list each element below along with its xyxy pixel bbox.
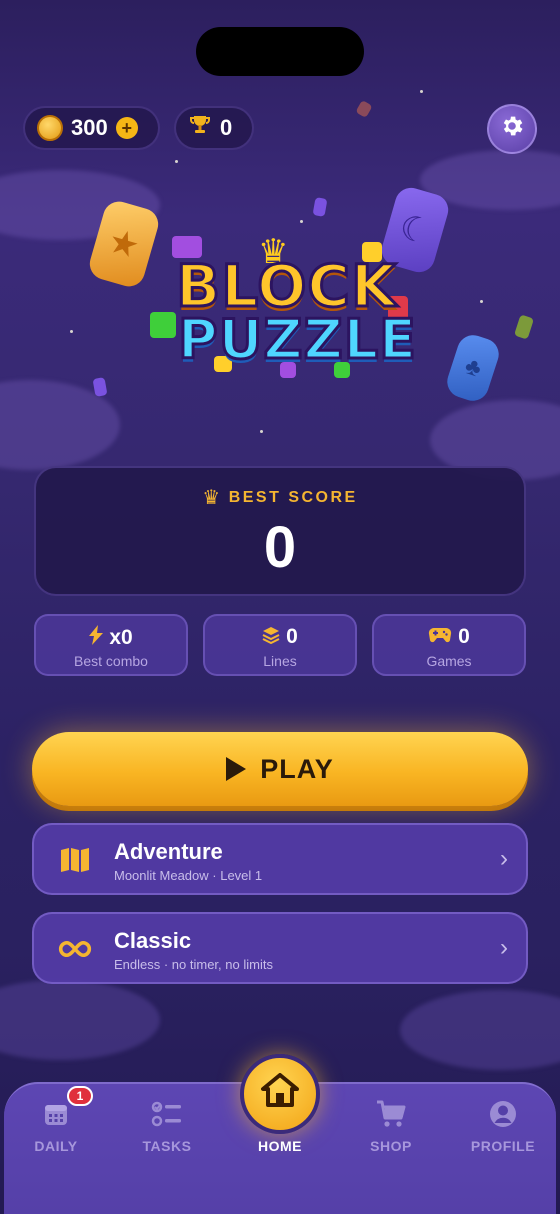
tab-tasks[interactable]: TASKS xyxy=(122,1098,212,1154)
mode-subtitle: Endless · no timer, no limits xyxy=(114,957,273,972)
infinity-icon xyxy=(58,932,92,966)
coins-counter[interactable]: 300 + xyxy=(23,106,160,150)
chevron-right-icon: › xyxy=(500,845,508,872)
chevron-right-icon: › xyxy=(500,934,508,961)
plus-icon[interactable]: + xyxy=(115,117,138,139)
home-icon xyxy=(261,1072,299,1116)
tab-profile[interactable]: PROFILE xyxy=(458,1098,548,1154)
tab-label-home: HOME xyxy=(258,1138,302,1154)
cart-icon xyxy=(346,1098,436,1130)
gear-icon xyxy=(499,113,525,146)
stat-label: Lines xyxy=(263,653,297,669)
stat-label: Games xyxy=(426,653,472,669)
mode-classic[interactable]: Classic Endless · no timer, no limits › xyxy=(32,912,528,984)
tab-label: PROFILE xyxy=(470,1138,536,1154)
tab-daily[interactable]: DAILY xyxy=(11,1098,101,1154)
play-button[interactable]: PLAY xyxy=(32,732,528,806)
stat-value: 0 xyxy=(286,625,298,648)
tab-shop[interactable]: SHOP xyxy=(346,1098,436,1154)
mode-adventure[interactable]: Adventure Moonlit Meadow · Level 1 › xyxy=(32,823,528,895)
best-score-card: ♛ BEST SCORE 0 xyxy=(34,466,526,596)
map-icon xyxy=(58,843,92,877)
profile-icon xyxy=(458,1098,548,1130)
tab-label: SHOP xyxy=(370,1138,412,1154)
trophies-counter[interactable]: 0 xyxy=(174,106,254,150)
club-tile-decoration: ♣ xyxy=(443,331,503,405)
mode-subtitle: Moonlit Meadow · Level 1 xyxy=(114,868,263,883)
tab-label: DAILY xyxy=(34,1138,78,1154)
play-icon xyxy=(226,757,247,781)
trophy-icon xyxy=(188,113,212,143)
settings-button[interactable] xyxy=(487,104,537,154)
notification-badge: 1 xyxy=(67,1086,93,1106)
lightning-icon xyxy=(89,625,104,650)
camera-notch xyxy=(196,27,364,76)
stat-best-combo: x0 Best combo xyxy=(34,614,188,676)
stat-value: 0 xyxy=(458,625,470,648)
best-score-value: 0 xyxy=(263,515,297,580)
gamepad-icon xyxy=(428,627,452,648)
tab-home[interactable] xyxy=(240,1054,320,1134)
background-scenery: ★ ☾ ♣ xyxy=(0,0,560,1214)
trophies-value: 0 xyxy=(220,115,233,140)
tasks-icon xyxy=(122,1098,212,1130)
stat-label: Best combo xyxy=(74,653,148,669)
logo-line-2: PUZZLE xyxy=(176,307,418,373)
stat-games: 0 Games xyxy=(372,614,526,676)
coins-value: 300 xyxy=(71,115,108,140)
mode-title: Adventure xyxy=(114,839,223,864)
mode-title: Classic xyxy=(114,928,192,953)
stat-value: x0 xyxy=(109,625,133,649)
play-label: PLAY xyxy=(260,753,334,784)
best-score-label: ♛ BEST SCORE xyxy=(202,487,358,509)
layers-icon xyxy=(262,626,280,649)
coin-icon xyxy=(37,115,63,141)
tab-label: TASKS xyxy=(142,1138,192,1154)
game-logo: ♛ BLOCK PUZZLE xyxy=(150,230,420,380)
stat-lines: 0 Lines xyxy=(203,614,357,676)
crown-icon: ♛ xyxy=(202,487,223,509)
